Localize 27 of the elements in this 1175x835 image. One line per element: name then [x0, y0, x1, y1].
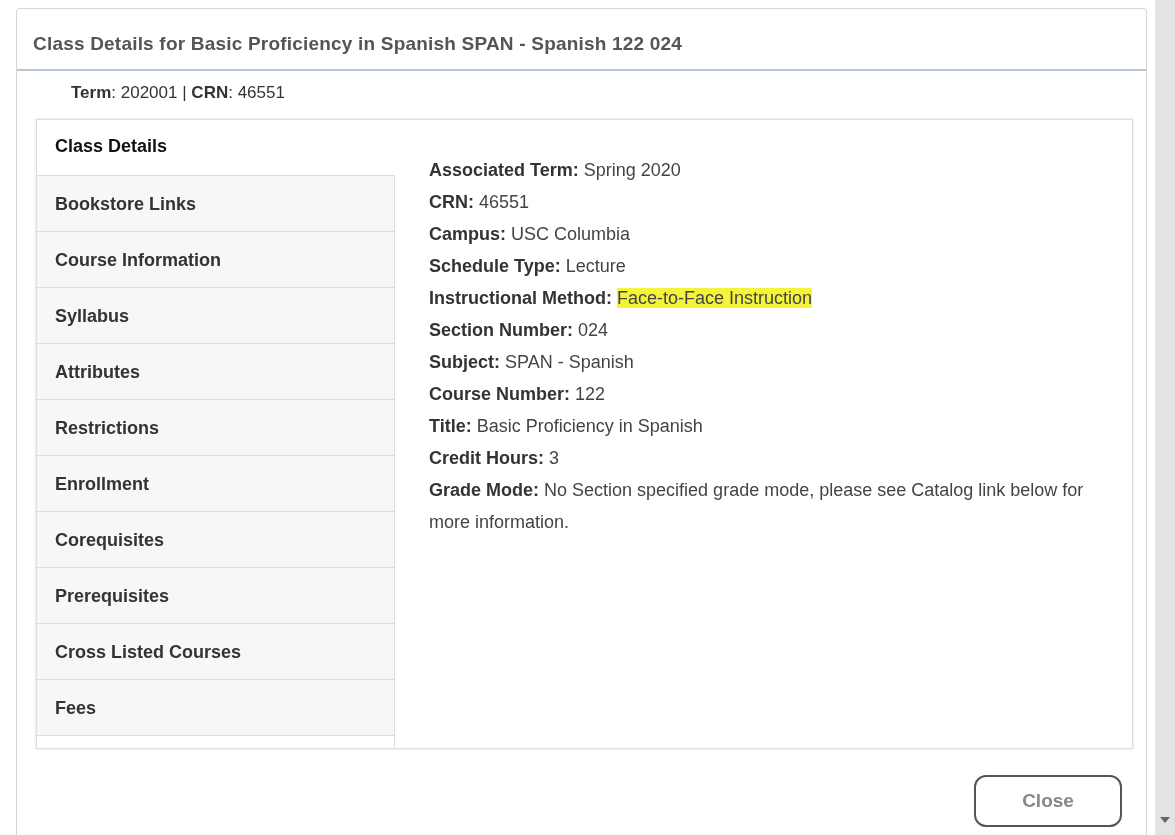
sidebar-tab[interactable]: Syllabus — [37, 288, 395, 344]
detail-line: Course Number: 122 — [429, 383, 607, 406]
sidebar-tab[interactable]: Corequisites — [37, 512, 395, 568]
detail-line: Campus: USC Columbia — [429, 223, 632, 246]
detail-line: Associated Term: Spring 2020 — [429, 159, 682, 182]
detail-line: Instructional Method: Face-to-Face Instruction — [429, 287, 814, 310]
sidebar-tab[interactable]: Cross Listed Courses — [37, 624, 395, 680]
detail-line: Schedule Type: Lecture — [429, 255, 627, 278]
term-info: Term: 202001 | CRN: 46551 — [71, 83, 285, 102]
close-button[interactable]: Close — [974, 775, 1122, 827]
sidebar-tab[interactable]: Fees — [37, 680, 395, 736]
scroll-down-icon[interactable] — [1160, 817, 1170, 823]
dialog-title: Class Details for Basic Proficiency in Spanish SPAN - Spanish 122 024 — [33, 33, 683, 54]
detail-line: Credit Hours: 3 — [429, 447, 561, 470]
sidebar-tab[interactable]: Enrollment — [37, 456, 395, 512]
detail-line: CRN: 46551 — [429, 191, 531, 214]
sidebar-tab[interactable]: Restrictions — [37, 400, 395, 456]
sidebar-tab[interactable]: Prerequisites — [37, 568, 395, 624]
detail-line: Subject: SPAN - Spanish — [429, 351, 635, 374]
sidebar-tab[interactable]: Class Details — [37, 120, 395, 176]
sidebar-tab[interactable]: Bookstore Links — [37, 176, 395, 232]
scrollbar[interactable] — [1155, 0, 1175, 835]
sidebar-tab[interactable]: Attributes — [37, 344, 395, 400]
detail-line: Title: Basic Proficiency in Spanish — [429, 415, 704, 438]
sidebar-tab[interactable]: Course Information — [37, 232, 395, 288]
detail-line: Section Number: 024 — [429, 319, 610, 342]
detail-line: Grade Mode: No Section specified grade mode, please see Catalog link below for more information. — [429, 479, 1085, 534]
